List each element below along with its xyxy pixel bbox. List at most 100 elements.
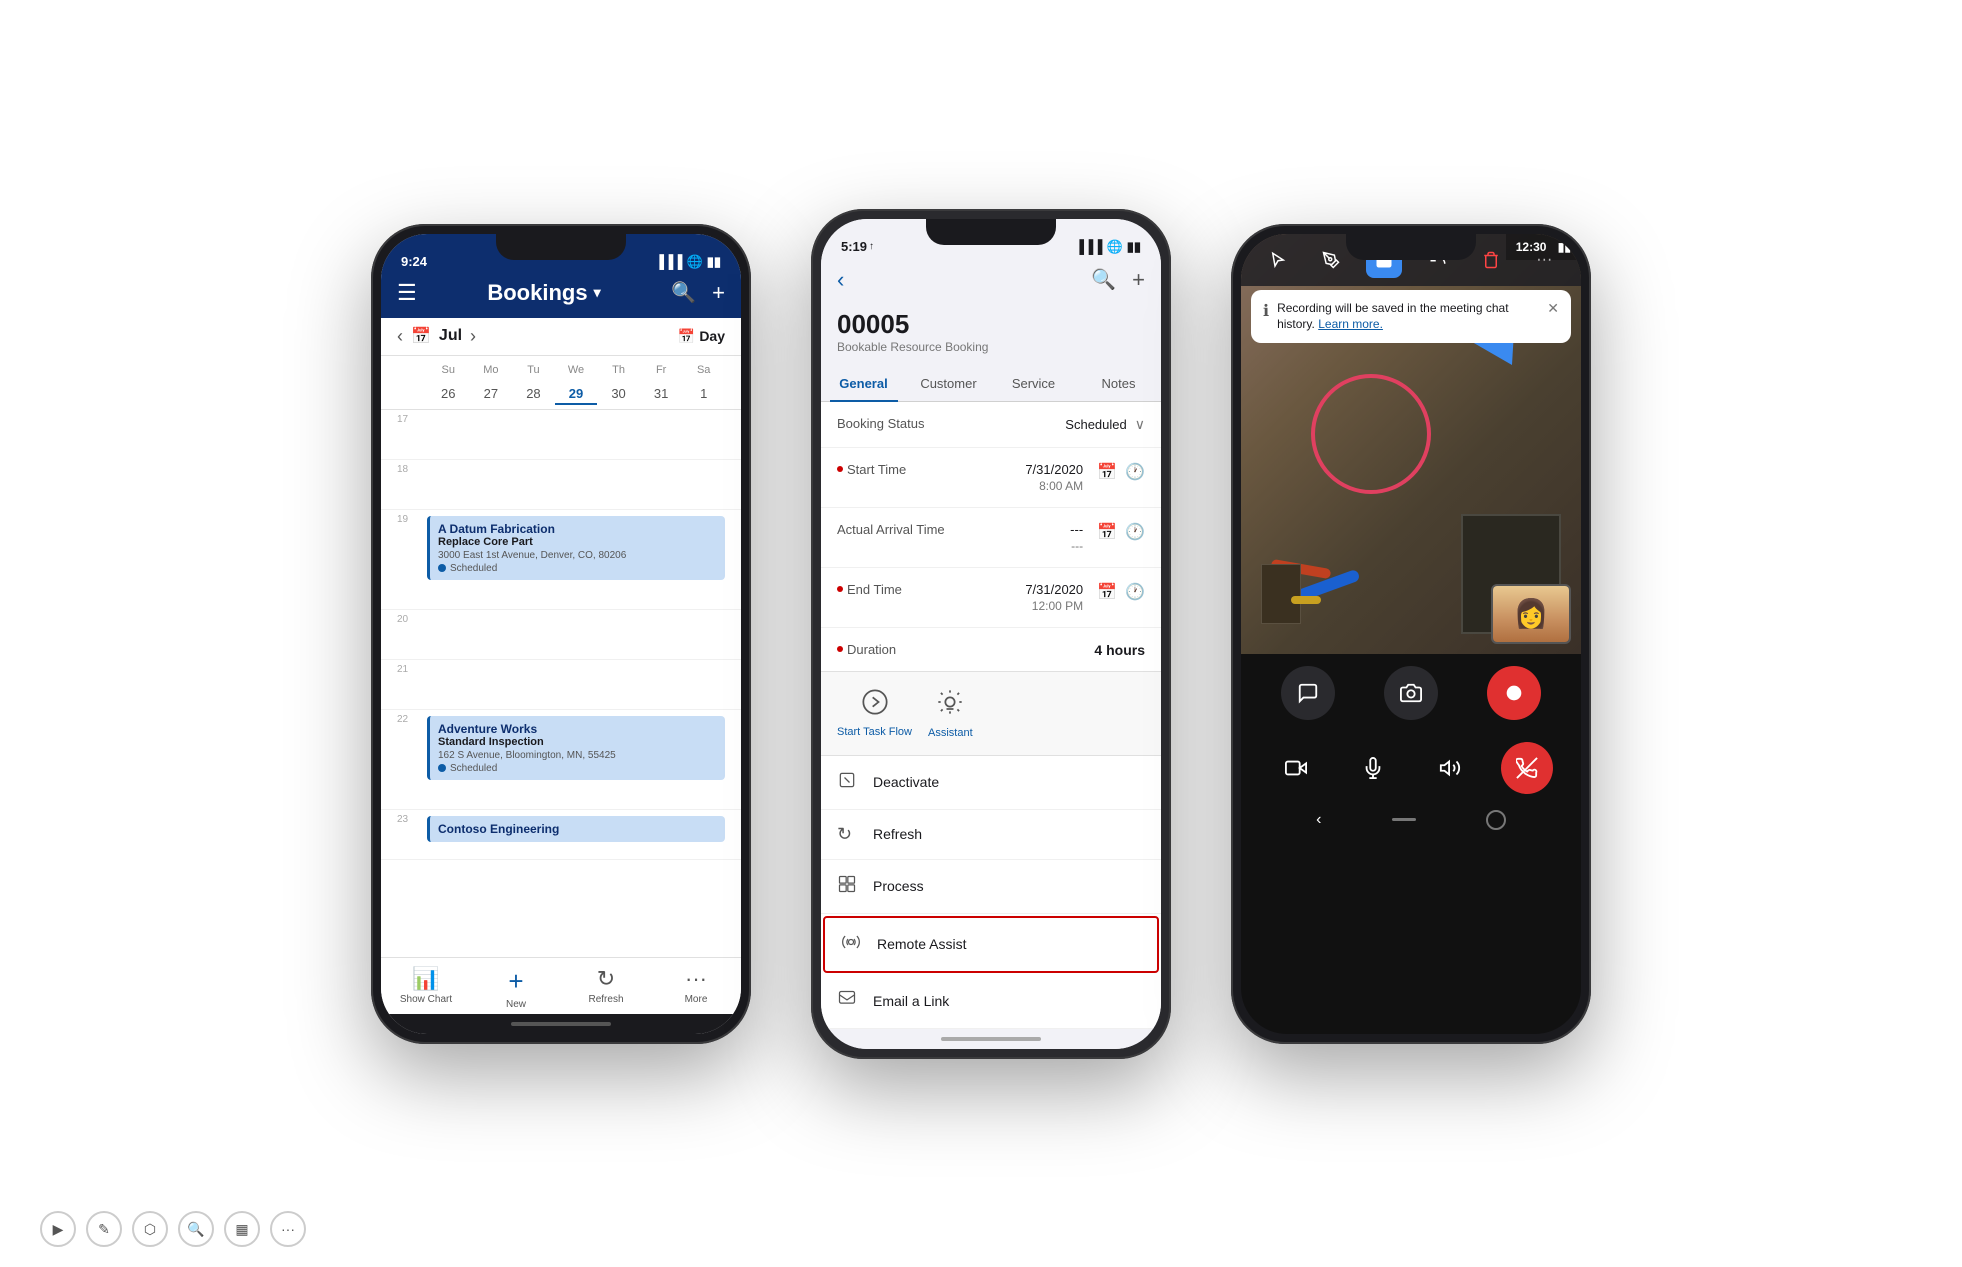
speaker-btn[interactable] bbox=[1424, 742, 1476, 794]
video-call-btn[interactable] bbox=[1270, 742, 1322, 794]
field-duration: Duration 4 hours bbox=[821, 628, 1161, 671]
time-content-20 bbox=[427, 610, 725, 659]
back-button[interactable]: ‹ bbox=[837, 267, 844, 293]
location-icon: ↑ bbox=[869, 241, 874, 252]
bottom-more-icon[interactable]: ··· bbox=[270, 1211, 306, 1247]
add-icon-2[interactable]: + bbox=[1132, 267, 1145, 293]
start-calendar-icon[interactable]: 📅 bbox=[1097, 462, 1117, 482]
menu-remote-assist[interactable]: Remote Assist bbox=[823, 916, 1159, 973]
android-recents-btn[interactable] bbox=[1486, 810, 1506, 830]
android-back-btn[interactable]: ‹ bbox=[1316, 811, 1321, 829]
arrival-calendar-icon[interactable]: 📅 bbox=[1097, 522, 1117, 542]
date-26[interactable]: 26 bbox=[427, 384, 470, 405]
cal-calendar-icon: 📅 bbox=[411, 326, 431, 346]
add-icon-1[interactable]: + bbox=[712, 280, 725, 306]
booking-card-contoso[interactable]: Contoso Engineering bbox=[427, 816, 725, 842]
bottom-search-icon[interactable]: 🔍 bbox=[178, 1211, 214, 1247]
status-icons-1: ▐▐▐ 🌐 ▮▮ bbox=[655, 254, 721, 270]
notif-close-icon[interactable]: ✕ bbox=[1547, 300, 1559, 317]
date-28[interactable]: 28 bbox=[512, 384, 555, 405]
end-date-value: 7/31/2020 bbox=[1025, 582, 1083, 597]
date-29-selected[interactable]: 29 bbox=[555, 384, 598, 405]
end-time-value: 12:00 PM bbox=[1032, 599, 1083, 613]
nav-refresh[interactable]: ↻ Refresh bbox=[561, 966, 651, 1010]
bottom-play-icon[interactable]: ▶ bbox=[40, 1211, 76, 1247]
end-calendar-icon[interactable]: 📅 bbox=[1097, 582, 1117, 602]
mute-btn[interactable] bbox=[1347, 742, 1399, 794]
chat-btn[interactable] bbox=[1281, 666, 1335, 720]
weekday-tu: Tu bbox=[512, 360, 555, 380]
duration-label: Duration bbox=[837, 642, 977, 657]
end-call-btn[interactable] bbox=[1501, 742, 1553, 794]
nav-new[interactable]: + New bbox=[471, 966, 561, 1010]
booking-status-dropdown[interactable]: ∨ bbox=[1135, 416, 1145, 433]
booking-card-adventure[interactable]: Adventure Works Standard Inspection 162 … bbox=[427, 716, 725, 780]
nav-more[interactable]: ··· More bbox=[651, 966, 741, 1010]
toolbar-pointer-btn[interactable] bbox=[1260, 242, 1296, 278]
start-task-flow-btn[interactable]: Start Task Flow bbox=[837, 688, 912, 739]
time-label-23: 23 bbox=[397, 810, 427, 859]
record-subtitle: Bookable Resource Booking bbox=[837, 340, 1145, 354]
menu-refresh[interactable]: ↻ Refresh bbox=[821, 810, 1161, 860]
tab-general[interactable]: General bbox=[821, 366, 906, 401]
weekday-su: Su bbox=[427, 360, 470, 380]
date-27[interactable]: 27 bbox=[470, 384, 513, 405]
android-home-indicator[interactable] bbox=[1392, 818, 1416, 821]
day-calendar-icon: 📅 bbox=[678, 328, 695, 345]
start-time-value: 8:00 AM bbox=[1039, 479, 1083, 493]
cal-forward-icon[interactable]: › bbox=[470, 326, 476, 347]
time-label-22: 22 bbox=[397, 710, 427, 809]
booking-status-datum: Scheduled bbox=[438, 563, 717, 574]
time-row-21: 21 bbox=[381, 660, 741, 710]
assistant-btn[interactable]: Assistant bbox=[928, 688, 973, 739]
start-task-flow-icon bbox=[861, 688, 889, 722]
field-end-time: End Time 7/31/2020 12:00 PM 📅 🕐 bbox=[821, 568, 1161, 628]
booking-company-contoso: Contoso Engineering bbox=[438, 822, 717, 836]
notch-3 bbox=[1346, 234, 1476, 260]
show-chart-icon: 📊 bbox=[412, 966, 439, 992]
refresh-menu-icon: ↻ bbox=[837, 824, 861, 845]
start-date-value: 7/31/2020 bbox=[1025, 462, 1083, 477]
date-31[interactable]: 31 bbox=[640, 384, 683, 405]
signal-icon-2: ▐▐▐ bbox=[1075, 239, 1103, 254]
end-time-icons: 📅 🕐 bbox=[1097, 582, 1145, 602]
time-content-21 bbox=[427, 660, 725, 709]
menu-process[interactable]: Process bbox=[821, 860, 1161, 914]
bottom-shape-icon[interactable]: ⬡ bbox=[132, 1211, 168, 1247]
action-buttons: Start Task Flow Assistant bbox=[821, 671, 1161, 756]
arrival-clock-icon[interactable]: 🕐 bbox=[1125, 522, 1145, 542]
bottom-edit-icon[interactable]: ✎ bbox=[86, 1211, 122, 1247]
tab-notes[interactable]: Notes bbox=[1076, 366, 1161, 401]
toolbar-pen-btn[interactable] bbox=[1313, 242, 1349, 278]
booking-status-label: Booking Status bbox=[837, 416, 977, 431]
menu-icon[interactable]: ☰ bbox=[397, 280, 417, 306]
tab-service[interactable]: Service bbox=[991, 366, 1076, 401]
pip-person-avatar: 👩 bbox=[1493, 586, 1569, 642]
notif-learn-more-link[interactable]: Learn more. bbox=[1318, 317, 1383, 331]
end-clock-icon[interactable]: 🕐 bbox=[1125, 582, 1145, 602]
search-icon-2[interactable]: 🔍 bbox=[1091, 267, 1116, 293]
date-1[interactable]: 1 bbox=[682, 384, 725, 405]
date-30[interactable]: 30 bbox=[597, 384, 640, 405]
cal-back-icon[interactable]: ‹ bbox=[397, 326, 403, 347]
start-clock-icon[interactable]: 🕐 bbox=[1125, 462, 1145, 482]
camera-flip-btn[interactable] bbox=[1384, 666, 1438, 720]
start-time-label: Start Time bbox=[837, 462, 977, 477]
signal-icon-1: ▐▐▐ bbox=[655, 254, 683, 269]
menu-deactivate[interactable]: Deactivate bbox=[821, 756, 1161, 810]
booking-card-datum[interactable]: A Datum Fabrication Replace Core Part 30… bbox=[427, 516, 725, 580]
bottom-grid-icon[interactable]: ▦ bbox=[224, 1211, 260, 1247]
tab-customer[interactable]: Customer bbox=[906, 366, 991, 401]
new-icon: + bbox=[508, 966, 523, 997]
toolbar-delete-btn[interactable] bbox=[1473, 242, 1509, 278]
menu-email-link[interactable]: Email a Link bbox=[821, 975, 1161, 1029]
time-label-20: 20 bbox=[397, 610, 427, 659]
booking-status-value-row: Scheduled ∨ bbox=[1065, 416, 1145, 433]
more-icon: ··· bbox=[685, 966, 707, 992]
time-1: 9:24 bbox=[401, 254, 427, 269]
record-btn[interactable] bbox=[1487, 666, 1541, 720]
arrival-date-value: --- bbox=[1070, 522, 1083, 537]
search-icon-1[interactable]: 🔍 bbox=[671, 280, 696, 306]
cal-view-day[interactable]: 📅 Day bbox=[678, 328, 725, 345]
nav-show-chart[interactable]: 📊 Show Chart bbox=[381, 966, 471, 1010]
